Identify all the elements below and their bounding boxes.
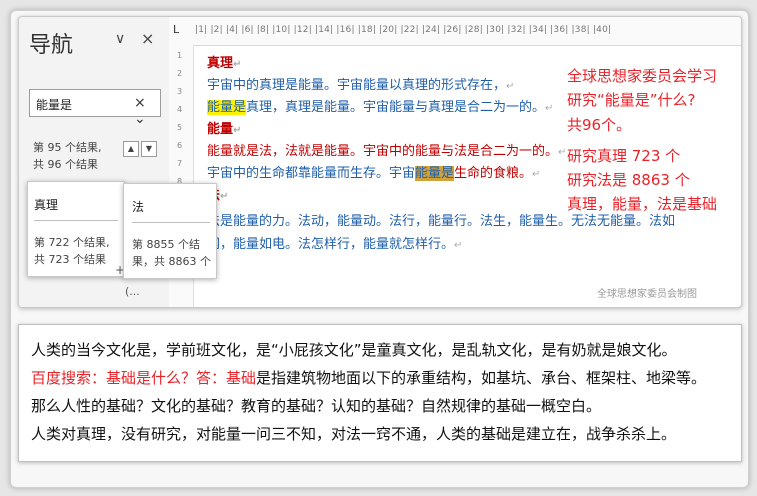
annotation-line: 真理，能量，法是基础: [567, 195, 718, 213]
commentary-panel: 人类的当今文化是，学前班文化，是“小屁孩文化”是童真文化，是乱轨文化，是有奶就是…: [18, 324, 742, 462]
previous-result-icon[interactable]: ▲: [123, 141, 139, 157]
result-line-2: 共 96 个结果: [33, 158, 98, 171]
card-count-line-1: 第 722 个结果,: [34, 236, 110, 249]
doc-line-2: 能量是真理，真理是能量。宇宙能量与真理是合二为一的。↵: [207, 100, 554, 115]
result-count: 第 95 个结果, 共 96 个结果: [33, 139, 125, 173]
card-count: 第 8855 个结 果，共 8863 个: [132, 236, 216, 270]
heading-energy: 能量↵: [207, 122, 242, 137]
ruler-num: 6: [177, 141, 183, 150]
card-count-line-2: 果，共 8863 个: [132, 255, 211, 268]
ruler-num: 3: [177, 87, 183, 96]
chevron-down-icon[interactable]: ∨: [115, 31, 125, 47]
card-divider: [34, 220, 118, 221]
search-input[interactable]: 能量是 × ⌄: [29, 89, 161, 127]
doc-line-3: 能量就是法，法就是能量。宇宙中的能量与法是合二为一的。↵: [207, 144, 567, 159]
ruler-num: 1: [177, 51, 183, 60]
ellipsis: (...: [125, 285, 140, 298]
card-title: 真理: [34, 198, 59, 212]
annotation-line: 研究“能量是”什么?: [567, 91, 696, 109]
horizontal-ruler: L |1| |2| |4| |6| |8| |10| |12| |14| |16…: [169, 17, 741, 46]
card-title: 法: [132, 200, 145, 214]
commentary-line-2: 百度搜索：基础是什么？答：基础是指建筑物地面以下的承重结构，如基坑、承台、框架柱…: [31, 369, 707, 387]
search-highlight: 能量是: [207, 100, 247, 115]
card-count: 第 722 个结果, 共 723 个结果: [34, 234, 122, 268]
ruler-num: 5: [177, 123, 183, 132]
doc-line-4: 宇宙中的生命都靠能量而生存。宇宙能量是生命的食粮。↵: [207, 166, 541, 181]
annotation-line: 共96个。: [567, 116, 632, 134]
doc-line-6: 网，能量如电。法怎样行，能量就怎样行。↵: [207, 237, 463, 252]
annotation-line: 全球思想家委员会学习: [567, 67, 718, 85]
commentary-line-4: 人类对真理，没有研究，对能量一问三不知，对法一窍不通，人类的基础是建立在，战争杀…: [31, 425, 677, 443]
commentary-line-1: 人类的当今文化是，学前班文化，是“小屁孩文化”是童真文化，是乱轨文化，是有奶就是…: [31, 341, 677, 359]
search-highlight-current: 能量是: [415, 166, 455, 181]
watermark: 全球思想家委员会制图: [597, 289, 697, 300]
ruler-num: 2: [177, 69, 183, 78]
card-count-line-1: 第 8855 个结: [132, 238, 200, 251]
search-card-truth: 真理 第 722 个结果, 共 723 个结果: [27, 181, 125, 277]
heading-truth: 真理↵: [207, 56, 242, 71]
next-result-icon[interactable]: ▼: [141, 141, 157, 157]
tab-stop-selector[interactable]: L: [173, 23, 179, 36]
search-value: 能量是: [36, 98, 73, 112]
annotation-line: 研究法是 8863 个: [567, 171, 690, 189]
ruler-num: 4: [177, 105, 183, 114]
card-count-line-2: 共 723 个结果: [34, 253, 106, 266]
result-line-1: 第 95 个结果,: [33, 141, 102, 154]
clear-icon[interactable]: × ⌄: [134, 95, 160, 127]
search-card-law: 法 第 8855 个结 果，共 8863 个: [123, 183, 217, 279]
ruler-ticks: |1| |2| |4| |6| |8| |10| |12| |14| |16| …: [195, 25, 612, 35]
word-screenshot: 导航 ∨ × 能量是 × ⌄ 第 95 个结果, 共 96 个结果 ▲ ▼ 真理…: [18, 16, 742, 308]
nav-title: 导航: [29, 33, 74, 58]
close-icon[interactable]: ×: [141, 29, 154, 48]
annotation-line: 研究真理 723 个: [567, 147, 681, 165]
commentary-line-3: 那么人性的基础？文化的基础？教育的基础？认知的基础？自然规律的基础一概空白。: [31, 397, 602, 415]
card-divider: [132, 222, 210, 223]
doc-line-1: 宇宙中的真理是能量。宇宙能量以真理的形式存在，↵: [207, 78, 515, 93]
ruler-num: 7: [177, 159, 183, 168]
